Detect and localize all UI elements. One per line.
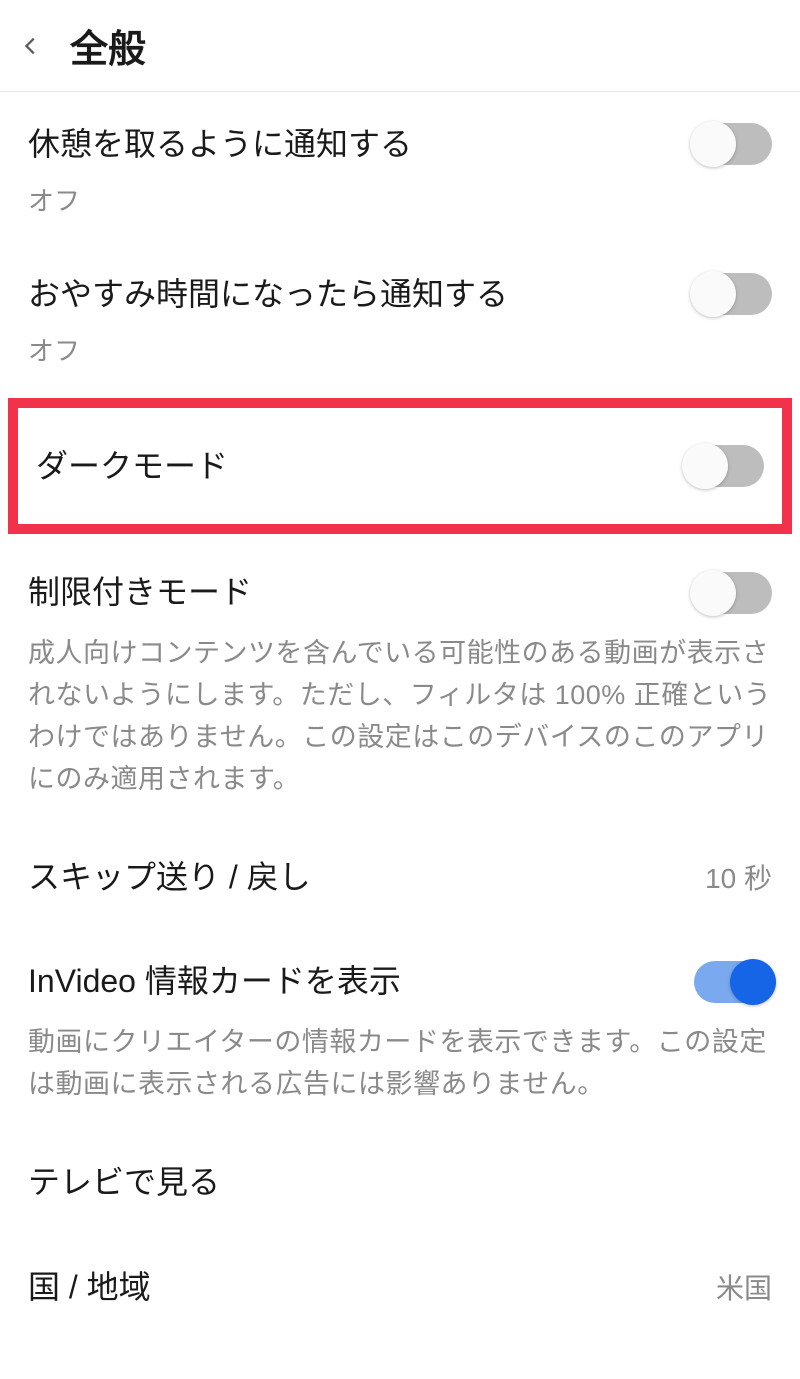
setting-dark-mode[interactable]: ダークモード	[36, 444, 764, 489]
setting-value: 10 秒	[705, 857, 772, 897]
toggle-dark-mode[interactable]	[686, 445, 764, 487]
toggle-knob	[690, 121, 736, 167]
setting-description: 動画にクリエイターの情報カードを表示できます。この設定は動画に表示される広告には…	[28, 1022, 772, 1106]
setting-label: スキップ送り / 戻し	[28, 855, 311, 900]
setting-label: おやすみ時間になったら通知する	[28, 272, 508, 317]
toggle-knob	[730, 959, 776, 1005]
setting-sublabel: オフ	[28, 331, 772, 368]
toggle-bedtime-reminder[interactable]	[694, 273, 772, 315]
setting-label: InVideo 情報カードを表示	[28, 959, 401, 1004]
toggle-invideo[interactable]	[694, 961, 772, 1003]
toggle-knob	[690, 570, 736, 616]
setting-skip[interactable]: スキップ送り / 戻し 10 秒	[0, 825, 800, 930]
setting-watch-tv[interactable]: テレビで見る	[0, 1130, 800, 1235]
setting-label: テレビで見る	[28, 1160, 220, 1205]
setting-restricted-mode[interactable]: 制限付きモード 成人向けコンテンツを含んでいる可能性のある動画が表示されないよう…	[0, 540, 800, 824]
back-icon[interactable]	[20, 35, 42, 57]
header: 全般	[0, 0, 800, 92]
setting-label: 制限付きモード	[28, 570, 252, 615]
setting-label: ダークモード	[36, 444, 228, 489]
setting-value: 米国	[716, 1267, 772, 1307]
setting-bedtime-reminder[interactable]: おやすみ時間になったら通知する オフ	[0, 242, 800, 392]
toggle-knob	[690, 271, 736, 317]
settings-list: 休憩を取るように通知する オフ おやすみ時間になったら通知する オフ ダークモー…	[0, 92, 800, 1339]
setting-description: 成人向けコンテンツを含んでいる可能性のある動画が表示されないようにします。ただし…	[28, 633, 772, 800]
page-title: 全般	[70, 18, 146, 73]
setting-sublabel: オフ	[28, 181, 772, 218]
setting-dark-mode-highlighted: ダークモード	[8, 398, 792, 535]
toggle-knob	[682, 443, 728, 489]
setting-label: 国 / 地域	[28, 1265, 151, 1310]
setting-country[interactable]: 国 / 地域 米国	[0, 1235, 800, 1340]
setting-break-reminder[interactable]: 休憩を取るように通知する オフ	[0, 92, 800, 242]
toggle-break-reminder[interactable]	[694, 123, 772, 165]
setting-label: 休憩を取るように通知する	[28, 122, 412, 167]
setting-invideo[interactable]: InVideo 情報カードを表示 動画にクリエイターの情報カードを表示できます。…	[0, 929, 800, 1129]
toggle-restricted-mode[interactable]	[694, 572, 772, 614]
